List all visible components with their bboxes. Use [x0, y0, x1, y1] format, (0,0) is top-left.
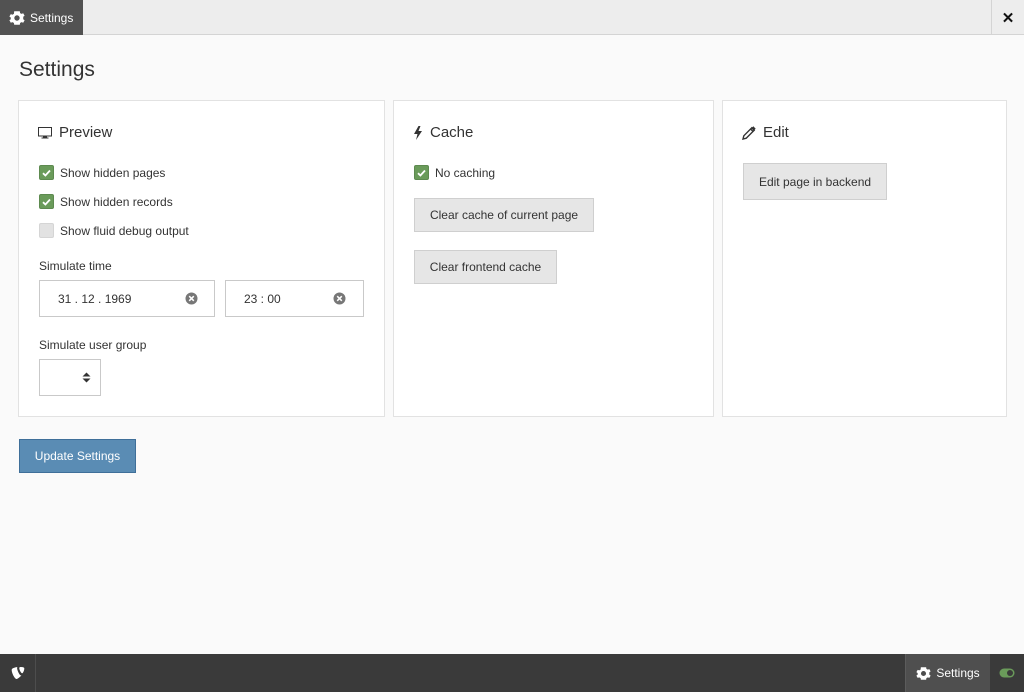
show-hidden-records-option[interactable]: Show hidden records — [39, 194, 173, 209]
simulate-date-input[interactable]: 31 . 12 . 1969 — [39, 280, 215, 317]
cache-title: Cache — [430, 124, 474, 141]
edit-title: Edit — [763, 124, 789, 141]
close-button[interactable]: ✕ — [991, 0, 1024, 35]
simulate-user-group-select[interactable] — [39, 359, 101, 396]
settings-tab-label: Settings — [30, 10, 74, 25]
no-caching-option[interactable]: No caching — [414, 165, 495, 180]
show-hidden-records-label: Show hidden records — [60, 194, 173, 209]
check-icon — [417, 169, 426, 177]
check-icon — [42, 198, 51, 206]
edit-header: Edit — [742, 124, 789, 141]
toggle-switch-icon — [999, 668, 1015, 678]
show-hidden-records-checkbox[interactable] — [39, 194, 54, 209]
page-title: Settings — [19, 58, 95, 81]
toolbar-toggle[interactable] — [990, 654, 1024, 692]
check-icon — [42, 169, 51, 177]
bottom-settings-tab[interactable]: Settings — [905, 654, 990, 692]
show-fluid-debug-checkbox[interactable] — [39, 223, 54, 238]
show-hidden-pages-option[interactable]: Show hidden pages — [39, 165, 165, 180]
sort-arrows-icon — [82, 372, 91, 383]
simulate-user-group-label: Simulate user group — [39, 338, 147, 352]
typo3-logo-icon — [11, 667, 24, 679]
edit-page-backend-button[interactable]: Edit page in backend — [743, 163, 887, 200]
preview-title: Preview — [59, 124, 113, 141]
gear-icon — [916, 666, 931, 680]
typo3-logo-button[interactable] — [0, 654, 36, 692]
preview-header: Preview — [38, 124, 112, 141]
simulate-time-label: Simulate time — [39, 259, 112, 273]
bottom-toolbar: Settings — [0, 654, 1024, 692]
gear-icon — [9, 10, 25, 25]
simulate-date-value: 31 . 12 . 1969 — [58, 291, 132, 306]
clear-frontend-cache-button[interactable]: Clear frontend cache — [414, 250, 557, 284]
simulate-time-value: 23 : 00 — [244, 291, 281, 306]
simulate-time-input[interactable]: 23 : 00 — [225, 280, 364, 317]
close-icon: ✕ — [1001, 9, 1015, 27]
no-caching-label: No caching — [435, 165, 496, 180]
monitor-icon — [38, 126, 52, 138]
cache-header: Cache — [413, 124, 473, 141]
no-caching-checkbox[interactable] — [414, 165, 429, 180]
show-hidden-pages-label: Show hidden pages — [60, 165, 166, 180]
settings-tab[interactable]: Settings — [0, 0, 83, 35]
show-fluid-debug-option[interactable]: Show fluid debug output — [39, 223, 189, 238]
clear-time-icon[interactable] — [333, 292, 346, 305]
cache-panel: Cache No caching Clear cache of current … — [393, 100, 714, 417]
show-fluid-debug-label: Show fluid debug output — [60, 223, 189, 238]
pencil-icon — [742, 125, 756, 140]
clear-date-icon[interactable] — [185, 292, 198, 305]
bottom-settings-label: Settings — [936, 666, 980, 680]
top-bar: Settings ✕ — [0, 0, 1024, 35]
bolt-icon — [414, 125, 422, 140]
show-hidden-pages-checkbox[interactable] — [39, 165, 54, 180]
clear-current-cache-button[interactable]: Clear cache of current page — [414, 198, 594, 232]
edit-panel: Edit Edit page in backend — [722, 100, 1007, 417]
update-settings-button[interactable]: Update Settings — [19, 439, 136, 473]
preview-panel: Preview Show hidden pages Show hidden re… — [18, 100, 385, 417]
